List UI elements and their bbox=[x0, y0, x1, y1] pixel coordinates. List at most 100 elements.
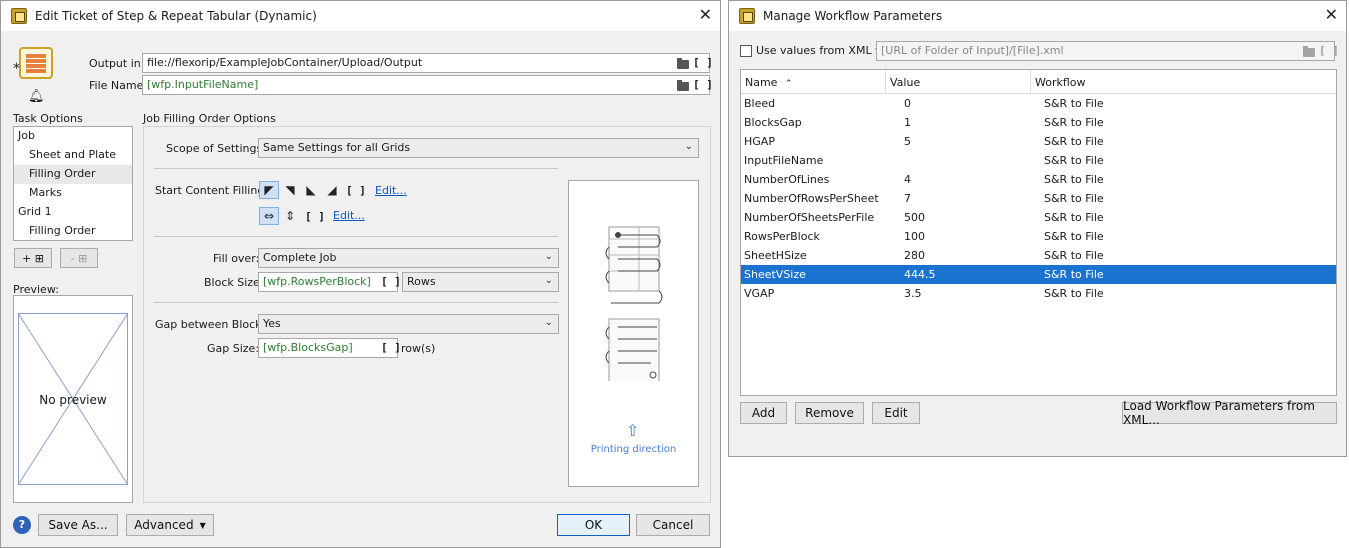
gap-size-field[interactable]: [wfp.BlocksGap] bbox=[258, 338, 398, 358]
chevron-down-icon: ⌄ bbox=[544, 251, 553, 262]
variable-bracket-icon[interactable]: [ ] bbox=[346, 184, 366, 197]
sort-ascending-icon: ⌃ bbox=[784, 79, 793, 89]
cell-value: 3.5 bbox=[904, 287, 922, 300]
load-from-xml-button[interactable]: Load Workflow Parameters from XML... bbox=[1122, 399, 1337, 427]
window-title: Manage Workflow Parameters bbox=[763, 9, 943, 23]
cell-value: 5 bbox=[904, 135, 911, 148]
scope-value: Same Settings for all Grids bbox=[263, 141, 411, 154]
variable-bracket-icon[interactable]: [ ] bbox=[693, 78, 713, 91]
parameters-table: Name ⌃ Value Workflow Bleed 0 S&R to File B… bbox=[740, 69, 1337, 396]
table-row[interactable]: Bleed 0 S&R to File bbox=[741, 94, 1336, 113]
printing-direction-label: Printing direction bbox=[590, 444, 677, 455]
column-header-workflow[interactable]: Workflow bbox=[1031, 70, 1336, 94]
horizontal-direction-button[interactable]: ⇔ bbox=[259, 207, 279, 225]
section-title: Job Filling Order Options bbox=[143, 112, 276, 125]
file-name-field[interactable]: [wfp.InputFileName] bbox=[142, 75, 710, 95]
xml-path-field[interactable]: [URL of Folder of Input]/[File].xml bbox=[876, 41, 1335, 61]
table-row[interactable]: InputFileName S&R to File bbox=[741, 151, 1336, 170]
block-unit-select[interactable]: Rows ⌄ bbox=[402, 272, 559, 292]
add-grid-button[interactable]: + ⊞ bbox=[14, 248, 52, 268]
tree-item-grid-1[interactable]: Grid 1 bbox=[14, 203, 132, 222]
vertical-direction-button[interactable]: ⇕ bbox=[280, 207, 300, 225]
table-row[interactable]: HGAP 5 S&R to File bbox=[741, 132, 1336, 151]
direction-edit-link[interactable]: Edit... bbox=[333, 209, 365, 222]
block-size-field[interactable]: [wfp.RowsPerBlock] bbox=[258, 272, 398, 292]
column-header-name[interactable]: Name ⌃ bbox=[741, 70, 886, 94]
cell-name: BlocksGap bbox=[744, 116, 802, 129]
table-row[interactable]: NumberOfSheetsPerFile 500 S&R to File bbox=[741, 208, 1336, 227]
fill-over-label: Fill over: bbox=[213, 252, 260, 265]
output-in-field[interactable]: file://flexorip/ExampleJobContainer/Uplo… bbox=[142, 53, 710, 73]
edit-ticket-titlebar[interactable]: Edit Ticket of Step & Repeat Tabular (Dy… bbox=[1, 1, 720, 31]
remove-parameter-button[interactable]: Remove bbox=[795, 402, 864, 424]
start-filling-edit-link[interactable]: Edit... bbox=[375, 184, 407, 197]
variable-bracket-icon[interactable]: [ ] bbox=[381, 275, 401, 288]
asterisk-icon: * bbox=[13, 61, 20, 77]
start-top-left-button[interactable]: ◤ bbox=[259, 181, 279, 199]
close-icon[interactable]: ✕ bbox=[1325, 6, 1338, 24]
table-header: Name ⌃ Value Workflow bbox=[741, 70, 1336, 94]
column-header-value[interactable]: Value bbox=[886, 70, 1031, 94]
cell-name: RowsPerBlock bbox=[744, 230, 820, 243]
folder-icon[interactable] bbox=[677, 80, 689, 91]
tree-item-job[interactable]: Job bbox=[14, 127, 132, 146]
cell-value: 500 bbox=[904, 211, 925, 224]
step-repeat-task-icon bbox=[19, 47, 53, 79]
column-name-label: Name bbox=[745, 76, 778, 89]
fill-over-select[interactable]: Complete Job ⌄ bbox=[258, 248, 559, 268]
advanced-button[interactable]: Advanced ▼ bbox=[126, 514, 214, 536]
cell-name: Bleed bbox=[744, 97, 776, 110]
cancel-button[interactable]: Cancel bbox=[636, 514, 710, 536]
table-row[interactable]: SheetHSize 280 S&R to File bbox=[741, 246, 1336, 265]
cell-value: 444.5 bbox=[904, 268, 936, 281]
help-icon[interactable]: ? bbox=[13, 516, 31, 534]
table-row[interactable]: BlocksGap 1 S&R to File bbox=[741, 113, 1336, 132]
cell-workflow: S&R to File bbox=[1044, 249, 1104, 262]
table-row[interactable]: SheetVSize 444.5 S&R to File bbox=[741, 265, 1336, 284]
table-row[interactable]: NumberOfRowsPerSheet 7 S&R to File bbox=[741, 189, 1336, 208]
cell-workflow: S&R to File bbox=[1044, 287, 1104, 300]
start-bottom-right-button[interactable]: ◢ bbox=[322, 181, 342, 199]
fill-over-value: Complete Job bbox=[263, 251, 337, 264]
folder-icon[interactable] bbox=[677, 58, 689, 69]
table-row[interactable]: VGAP 3.5 S&R to File bbox=[741, 284, 1336, 303]
cell-value: 7 bbox=[904, 192, 911, 205]
divider bbox=[154, 302, 558, 303]
save-as-button[interactable]: Save As... bbox=[38, 514, 118, 536]
ok-button[interactable]: OK bbox=[557, 514, 630, 536]
table-row[interactable]: NumberOfLines 4 S&R to File bbox=[741, 170, 1336, 189]
chevron-down-icon: ⌄ bbox=[544, 275, 553, 286]
start-top-right-button[interactable]: ◥ bbox=[280, 181, 300, 199]
tree-item-sheet-and-plate[interactable]: Sheet and Plate bbox=[14, 146, 132, 165]
cell-value: 0 bbox=[904, 97, 911, 110]
variable-bracket-icon[interactable]: [ ] bbox=[693, 56, 713, 69]
tree-item-grid-filling-order[interactable]: Filling Order bbox=[14, 222, 132, 241]
tree-item-marks[interactable]: Marks bbox=[14, 184, 132, 203]
use-xml-checkbox[interactable] bbox=[740, 45, 752, 57]
close-icon[interactable]: ✕ bbox=[699, 6, 712, 24]
variable-bracket-icon[interactable]: [ ] bbox=[1319, 44, 1339, 57]
output-in-label: Output in: bbox=[89, 57, 145, 70]
block-unit-value: Rows bbox=[407, 275, 436, 288]
cell-value: 4 bbox=[904, 173, 911, 186]
caret-down-icon: ▼ bbox=[199, 520, 206, 530]
cell-workflow: S&R to File bbox=[1044, 230, 1104, 243]
tree-item-filling-order[interactable]: Filling Order bbox=[14, 165, 132, 184]
folder-icon[interactable] bbox=[1303, 46, 1315, 57]
scope-select[interactable]: Same Settings for all Grids ⌄ bbox=[258, 138, 699, 158]
bell-icon[interactable]: 🔔︎ bbox=[28, 89, 45, 104]
cell-name: HGAP bbox=[744, 135, 775, 148]
add-parameter-button[interactable]: Add bbox=[740, 402, 787, 424]
wfp-titlebar[interactable]: Manage Workflow Parameters ✕ bbox=[729, 1, 1346, 31]
gap-blocks-select[interactable]: Yes ⌄ bbox=[258, 314, 559, 334]
variable-bracket-icon[interactable]: [ ] bbox=[381, 341, 401, 354]
table-row[interactable]: RowsPerBlock 100 S&R to File bbox=[741, 227, 1336, 246]
use-xml-label: Use values from XML file bbox=[756, 44, 892, 57]
cell-name: NumberOfSheetsPerFile bbox=[744, 211, 875, 224]
variable-bracket-icon[interactable]: [ ] bbox=[305, 210, 325, 223]
remove-grid-button[interactable]: - ⊞ bbox=[60, 248, 98, 268]
scope-label: Scope of Settings: bbox=[166, 142, 266, 155]
cell-name: SheetHSize bbox=[744, 249, 807, 262]
start-bottom-left-button[interactable]: ◣ bbox=[301, 181, 321, 199]
edit-parameter-button[interactable]: Edit bbox=[872, 402, 920, 424]
